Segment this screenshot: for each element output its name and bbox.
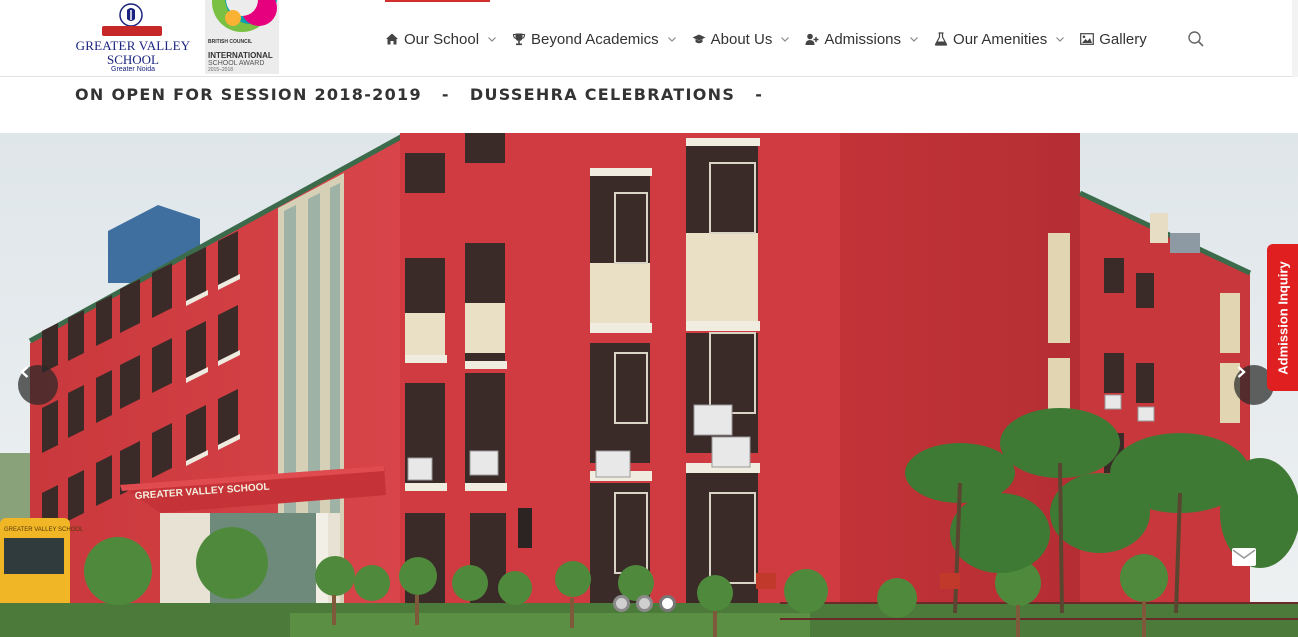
ticker-track: ON OPEN FOR SESSION 2018-2019- DUSSEHRA C… — [75, 85, 783, 104]
news-ticker: ON OPEN FOR SESSION 2018-2019- DUSSEHRA C… — [0, 77, 1298, 133]
user-plus-icon — [805, 32, 819, 46]
site-header: GREATER VALLEY SCHOOL Greater Noida BRIT… — [0, 0, 1298, 77]
nav-item-admissions[interactable]: Admissions — [805, 31, 919, 48]
award-years: 2015–2018 — [208, 67, 234, 73]
active-nav-indicator — [385, 0, 490, 2]
award-subtitle: SCHOOL AWARD — [208, 60, 265, 67]
slider-dot-1[interactable] — [613, 595, 630, 612]
trophy-icon — [512, 32, 526, 46]
search-icon[interactable] — [1187, 30, 1205, 48]
nav-item-beyond-academics[interactable]: Beyond Academics — [512, 31, 677, 48]
nav-label: Our School — [404, 30, 480, 48]
nav-item-our-amenities[interactable]: Our Amenities — [934, 31, 1065, 48]
school-logo[interactable]: GREATER VALLEY SCHOOL Greater Noida — [72, 0, 194, 76]
chevron-left-icon — [20, 366, 29, 378]
nav-item-our-school[interactable]: Our School — [385, 31, 497, 48]
nav-item-gallery[interactable]: Gallery — [1080, 31, 1147, 48]
award-title: INTERNATIONAL — [208, 51, 273, 60]
chevron-down-icon — [1055, 34, 1065, 44]
home-icon — [385, 32, 399, 46]
envelope-icon[interactable] — [1232, 548, 1264, 580]
ticker-item[interactable]: DUSSEHRA CELEBRATIONS — [470, 85, 735, 104]
slider-dot-2[interactable] — [636, 595, 653, 612]
logo-ribbon — [102, 26, 162, 36]
nav-item-about-us[interactable]: About Us — [692, 31, 791, 48]
chevron-down-icon — [667, 34, 677, 44]
admission-inquiry-tab[interactable]: Admission Inquiry — [1267, 244, 1298, 391]
hero-slide-image: GREATER VALLEY SCHOOL GREATER VALLEY SCH… — [0, 133, 1298, 637]
flask-icon — [934, 32, 948, 46]
ticker-item[interactable]: ON OPEN FOR SESSION 2018-2019 — [75, 85, 422, 104]
slider-prev-button[interactable] — [18, 365, 58, 405]
logo-location: Greater Noida — [111, 66, 155, 73]
slider-pagination — [613, 595, 682, 612]
admission-inquiry-label: Admission Inquiry — [1275, 260, 1290, 375]
school-crest-icon — [119, 3, 143, 27]
bus-text: GREATER VALLEY SCHOOL — [4, 527, 84, 533]
nav-label: Admissions — [824, 30, 902, 48]
graduation-cap-icon — [692, 32, 706, 46]
international-school-award-badge: BRITISH COUNCIL INTERNATIONAL SCHOOL AWA… — [205, 0, 279, 74]
main-nav: Our School Beyond Academics About Us Adm… — [385, 27, 1162, 51]
hero-slider: GREATER VALLEY SCHOOL GREATER VALLEY SCH… — [0, 133, 1298, 637]
chevron-right-icon — [1237, 366, 1246, 378]
ticker-separator: - — [755, 85, 764, 104]
nav-label: Gallery — [1099, 30, 1147, 48]
ticker-separator: - — [441, 85, 450, 104]
nav-label: About Us — [710, 30, 773, 48]
chevron-down-icon — [780, 34, 790, 44]
nav-label: Beyond Academics — [531, 30, 659, 48]
chevron-down-icon — [909, 34, 919, 44]
award-org: BRITISH COUNCIL — [208, 39, 253, 45]
award-ring-graphic — [212, 0, 277, 32]
chevron-down-icon — [487, 34, 497, 44]
slider-dot-3[interactable] — [659, 595, 676, 612]
nav-label: Our Amenities — [953, 30, 1048, 48]
picture-icon — [1080, 32, 1095, 46]
